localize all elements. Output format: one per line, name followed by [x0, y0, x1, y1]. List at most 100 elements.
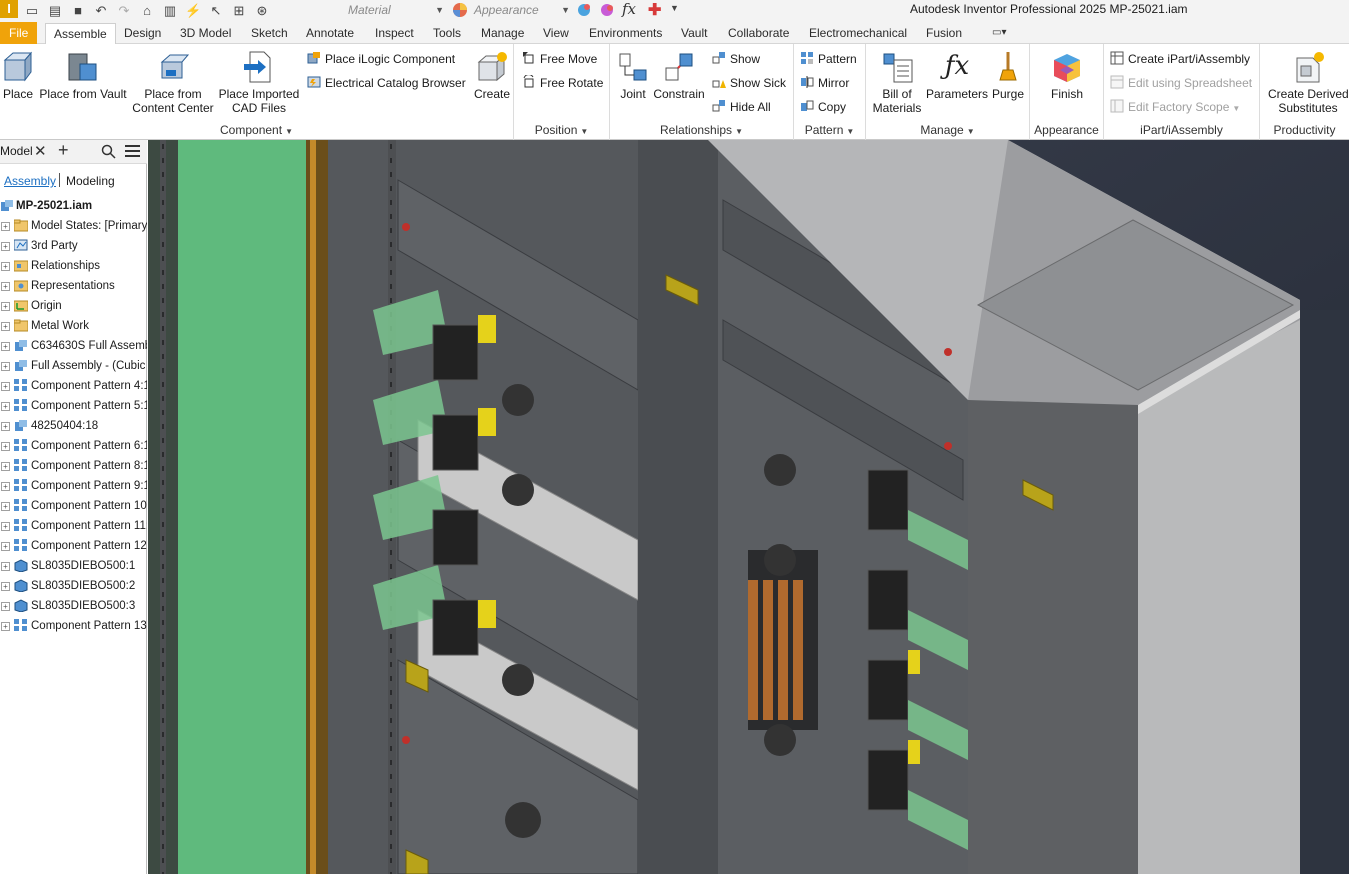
place-imported-cad-button[interactable]: Place Imported CAD Files — [216, 50, 302, 115]
tree-node[interactable]: + Component Pattern 13: — [0, 616, 147, 636]
tab-vault[interactable]: Vault — [681, 22, 707, 44]
expand-icon[interactable]: + — [1, 322, 10, 331]
tab-sketch[interactable]: Sketch — [251, 22, 288, 44]
expand-icon[interactable]: + — [1, 522, 10, 531]
design-doctor-icon[interactable]: ⊞ — [231, 4, 247, 18]
bill-of-materials-button[interactable]: Bill of Materials — [868, 50, 926, 115]
panel-title-pattern[interactable]: Pattern ▼ — [794, 123, 865, 137]
expand-icon[interactable]: + — [1, 222, 10, 231]
save-icon[interactable]: ■ — [70, 4, 86, 18]
tree-node[interactable]: + Relationships — [0, 256, 147, 276]
tree-node[interactable]: + Component Pattern 12: — [0, 536, 147, 556]
tab-fusion[interactable]: Fusion — [926, 22, 962, 44]
tree-node[interactable]: +3rd Party — [0, 236, 147, 256]
qat-customize-icon[interactable]: ▼ — [670, 3, 679, 13]
tree-node[interactable]: + Origin — [0, 296, 147, 316]
tree-node[interactable]: + C634630S Full Assembly — [0, 336, 147, 356]
subtab-assembly[interactable]: Assembly — [4, 174, 56, 188]
tab-3d-model[interactable]: 3D Model — [180, 22, 231, 44]
place-from-vault-button[interactable]: Place from Vault — [38, 50, 128, 101]
purge-button[interactable]: Purge — [988, 50, 1028, 101]
tree-node[interactable]: + Metal Work — [0, 316, 147, 336]
tab-environments[interactable]: Environments — [589, 22, 662, 44]
expand-icon[interactable]: + — [1, 602, 10, 611]
expand-icon[interactable]: + — [1, 582, 10, 591]
redo-icon[interactable]: ↷ — [116, 4, 132, 18]
material-combo[interactable]: Material ▼ — [348, 1, 444, 19]
panel-title-manage[interactable]: Manage ▼ — [866, 123, 1029, 137]
expand-icon[interactable]: + — [1, 302, 10, 311]
expand-icon[interactable]: + — [1, 382, 10, 391]
parameters-button[interactable]: ƒx Parameters — [926, 50, 988, 101]
expand-icon[interactable]: + — [1, 622, 10, 631]
tree-root[interactable]: MP-25021.iam — [0, 196, 147, 216]
tree-node[interactable]: + SL8035DIEBO500:1 — [0, 556, 147, 576]
tree-node[interactable]: + Full Assembly - (Cubic C — [0, 356, 147, 376]
expand-icon[interactable]: + — [1, 362, 10, 371]
return-icon[interactable]: ⚡ — [185, 4, 201, 18]
settings-wheel-icon[interactable]: ⊛ — [254, 4, 270, 18]
graphics-window[interactable] — [148, 140, 1349, 874]
new-file-icon[interactable]: ▭ — [24, 4, 40, 18]
app-logo[interactable]: I — [0, 0, 18, 18]
tree-node[interactable]: + SL8035DIEBO500:3 — [0, 596, 147, 616]
expand-icon[interactable]: + — [1, 402, 10, 411]
joint-button[interactable]: Joint — [614, 50, 652, 101]
tree-node[interactable]: + Model States: [Primary] — [0, 216, 147, 236]
pattern-button[interactable]: Pattern — [800, 50, 857, 68]
search-icon[interactable] — [101, 144, 116, 159]
tab-annotate[interactable]: Annotate — [306, 22, 354, 44]
panel-title-position[interactable]: Position ▼ — [514, 123, 609, 137]
constrain-button[interactable]: Constrain — [652, 50, 706, 101]
panel-title-component[interactable]: Component ▼ — [0, 123, 513, 137]
expand-icon[interactable]: + — [1, 442, 10, 451]
fx-qat-icon[interactable]: fx — [622, 0, 636, 18]
place-button[interactable]: Place — [0, 50, 36, 101]
expand-icon[interactable]: + — [1, 342, 10, 351]
clear-appearance-icon[interactable] — [599, 2, 615, 18]
expand-icon[interactable]: + — [1, 282, 10, 291]
tab-electromechanical[interactable]: Electromechanical — [809, 22, 907, 44]
edit-using-spreadsheet-button[interactable]: Edit using Spreadsheet — [1110, 74, 1252, 92]
tab-tools[interactable]: Tools — [433, 22, 461, 44]
tab-design[interactable]: Design — [124, 22, 161, 44]
tab-collaborate[interactable]: Collaborate — [728, 22, 789, 44]
expand-icon[interactable]: + — [1, 482, 10, 491]
subtab-modeling[interactable]: Modeling — [66, 174, 115, 188]
expand-icon[interactable]: + — [1, 542, 10, 551]
tab-assemble[interactable]: Assemble — [45, 23, 116, 45]
tree-node[interactable]: + Component Pattern 11: — [0, 516, 147, 536]
adjust-appearance-icon[interactable] — [576, 2, 592, 18]
tree-node[interactable]: + Component Pattern 9:1 — [0, 476, 147, 496]
tab-file[interactable]: File — [0, 22, 38, 44]
add-browser-icon[interactable]: + — [58, 140, 69, 161]
tab-view[interactable]: View — [543, 22, 569, 44]
expand-icon[interactable]: + — [1, 242, 10, 251]
select-icon[interactable]: ↖ — [208, 4, 224, 18]
tree-node[interactable]: + Representations — [0, 276, 147, 296]
plus-red-icon[interactable]: ✚ — [648, 0, 661, 20]
place-from-content-center-button[interactable]: Place from Content Center — [130, 50, 216, 115]
create-component-button[interactable]: Create — [472, 50, 512, 101]
tree-node[interactable]: + Component Pattern 10: — [0, 496, 147, 516]
place-ilogic-component-button[interactable]: Place iLogic Component — [307, 50, 455, 68]
create-ipart-button[interactable]: Create iPart/iAssembly — [1110, 50, 1250, 68]
browser-tab-model[interactable]: Model — [0, 144, 33, 158]
free-rotate-button[interactable]: Free Rotate — [522, 74, 603, 92]
home-icon[interactable]: ⌂ — [139, 4, 155, 18]
ribbon-display-toggle-icon[interactable]: ▭▾ — [992, 27, 1014, 39]
free-move-button[interactable]: Free Move — [522, 50, 597, 68]
mirror-button[interactable]: Mirror — [800, 74, 849, 92]
panel-title-relationships[interactable]: Relationships ▼ — [610, 123, 793, 137]
expand-icon[interactable]: + — [1, 262, 10, 271]
electrical-catalog-browser-button[interactable]: Electrical Catalog Browser — [307, 74, 466, 92]
expand-icon[interactable]: + — [1, 502, 10, 511]
undo-icon[interactable]: ↶ — [93, 4, 109, 18]
copy-button[interactable]: Copy — [800, 98, 846, 116]
tab-inspect[interactable]: Inspect — [375, 22, 414, 44]
expand-icon[interactable]: + — [1, 422, 10, 431]
show-sick-button[interactable]: Show Sick — [712, 74, 786, 92]
finish-button[interactable]: Finish — [1044, 50, 1090, 101]
tree-node[interactable]: + Component Pattern 5:1 — [0, 396, 147, 416]
tree-node[interactable]: +48250404:18 — [0, 416, 147, 436]
